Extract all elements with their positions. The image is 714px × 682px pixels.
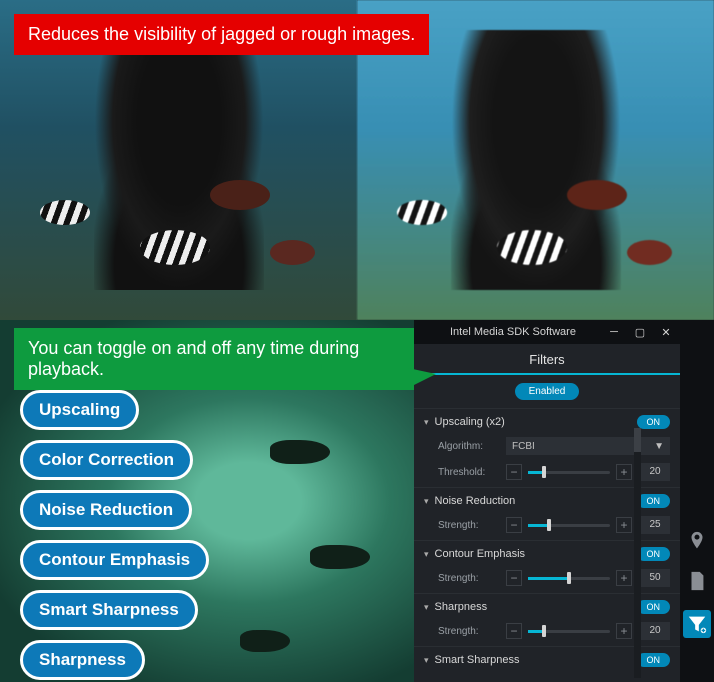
chevron-down-icon: ▾ [424, 655, 429, 666]
dropdown-icon: ▼ [654, 441, 664, 452]
algorithm-select[interactable]: FCBI▼ [506, 437, 670, 455]
value-box[interactable]: 20 [640, 622, 670, 640]
filters-panel: Intel Media SDK Software ─ ▢ ✕ Filters E… [414, 320, 680, 682]
section-toggle[interactable]: ON [637, 653, 671, 667]
maximize-button[interactable]: ▢ [632, 324, 648, 340]
badge-sharpness: Sharpness [20, 640, 145, 680]
chevron-down-icon: ▾ [424, 602, 429, 613]
map-pin-icon[interactable] [686, 530, 708, 552]
increment-button[interactable]: + [616, 517, 632, 533]
param-label: Strength: [438, 626, 498, 637]
decrement-button[interactable]: − [506, 570, 522, 586]
section-title: Upscaling (x2) [435, 416, 505, 428]
callout-green: You can toggle on and off any time durin… [14, 328, 414, 390]
filter-icon[interactable] [683, 610, 711, 638]
section-header[interactable]: ▾ Upscaling (x2) ON [424, 415, 670, 429]
filter-badge-list: Upscaling Color Correction Noise Reducti… [20, 390, 209, 680]
param-label: Strength: [438, 573, 498, 584]
filters-panel-container: Intel Media SDK Software ─ ▢ ✕ Filters E… [414, 320, 714, 682]
window-title: Intel Media SDK Software [450, 326, 576, 338]
increment-button[interactable]: + [616, 464, 632, 480]
bottom-area: You can toggle on and off any time durin… [0, 320, 714, 682]
badge-color-correction: Color Correction [20, 440, 193, 480]
slider[interactable] [528, 577, 610, 580]
chevron-down-icon: ▾ [424, 417, 429, 428]
decrement-button[interactable]: − [506, 623, 522, 639]
enabled-toggle[interactable]: Enabled [515, 383, 580, 400]
titlebar: Intel Media SDK Software ─ ▢ ✕ [414, 320, 680, 344]
param-label: Threshold: [438, 467, 498, 478]
increment-button[interactable]: + [616, 570, 632, 586]
close-button[interactable]: ✕ [658, 324, 674, 340]
decrement-button[interactable]: − [506, 517, 522, 533]
preview-area: You can toggle on and off any time durin… [0, 320, 414, 682]
filters-header: Filters [414, 344, 680, 375]
minimize-button[interactable]: ─ [606, 324, 622, 340]
scrollbar[interactable] [634, 428, 641, 678]
increment-button[interactable]: + [616, 623, 632, 639]
param-label: Algorithm: [438, 441, 498, 452]
section-title: Contour Emphasis [435, 548, 526, 560]
slider[interactable] [528, 630, 610, 633]
section-toggle[interactable]: ON [637, 415, 671, 429]
badge-smart-sharpness: Smart Sharpness [20, 590, 198, 630]
section-title: Sharpness [435, 601, 488, 613]
section-title: Smart Sharpness [435, 654, 520, 666]
right-sidebar [680, 320, 714, 682]
slider[interactable] [528, 524, 610, 527]
document-icon[interactable] [686, 570, 708, 592]
callout-red: Reduces the visibility of jagged or roug… [14, 14, 429, 55]
comparison-area: Reduces the visibility of jagged or roug… [0, 0, 714, 320]
chevron-down-icon: ▾ [424, 549, 429, 560]
badge-contour-emphasis: Contour Emphasis [20, 540, 209, 580]
section-toggle[interactable]: ON [637, 547, 671, 561]
slider[interactable] [528, 471, 610, 474]
decrement-button[interactable]: − [506, 464, 522, 480]
value-box[interactable]: 50 [640, 569, 670, 587]
param-label: Strength: [438, 520, 498, 531]
chevron-down-icon: ▾ [424, 496, 429, 507]
section-toggle[interactable]: ON [637, 494, 671, 508]
section-title: Noise Reduction [435, 495, 516, 507]
badge-upscaling: Upscaling [20, 390, 139, 430]
value-box[interactable]: 20 [640, 463, 670, 481]
value-box[interactable]: 25 [640, 516, 670, 534]
badge-noise-reduction: Noise Reduction [20, 490, 192, 530]
section-toggle[interactable]: ON [637, 600, 671, 614]
